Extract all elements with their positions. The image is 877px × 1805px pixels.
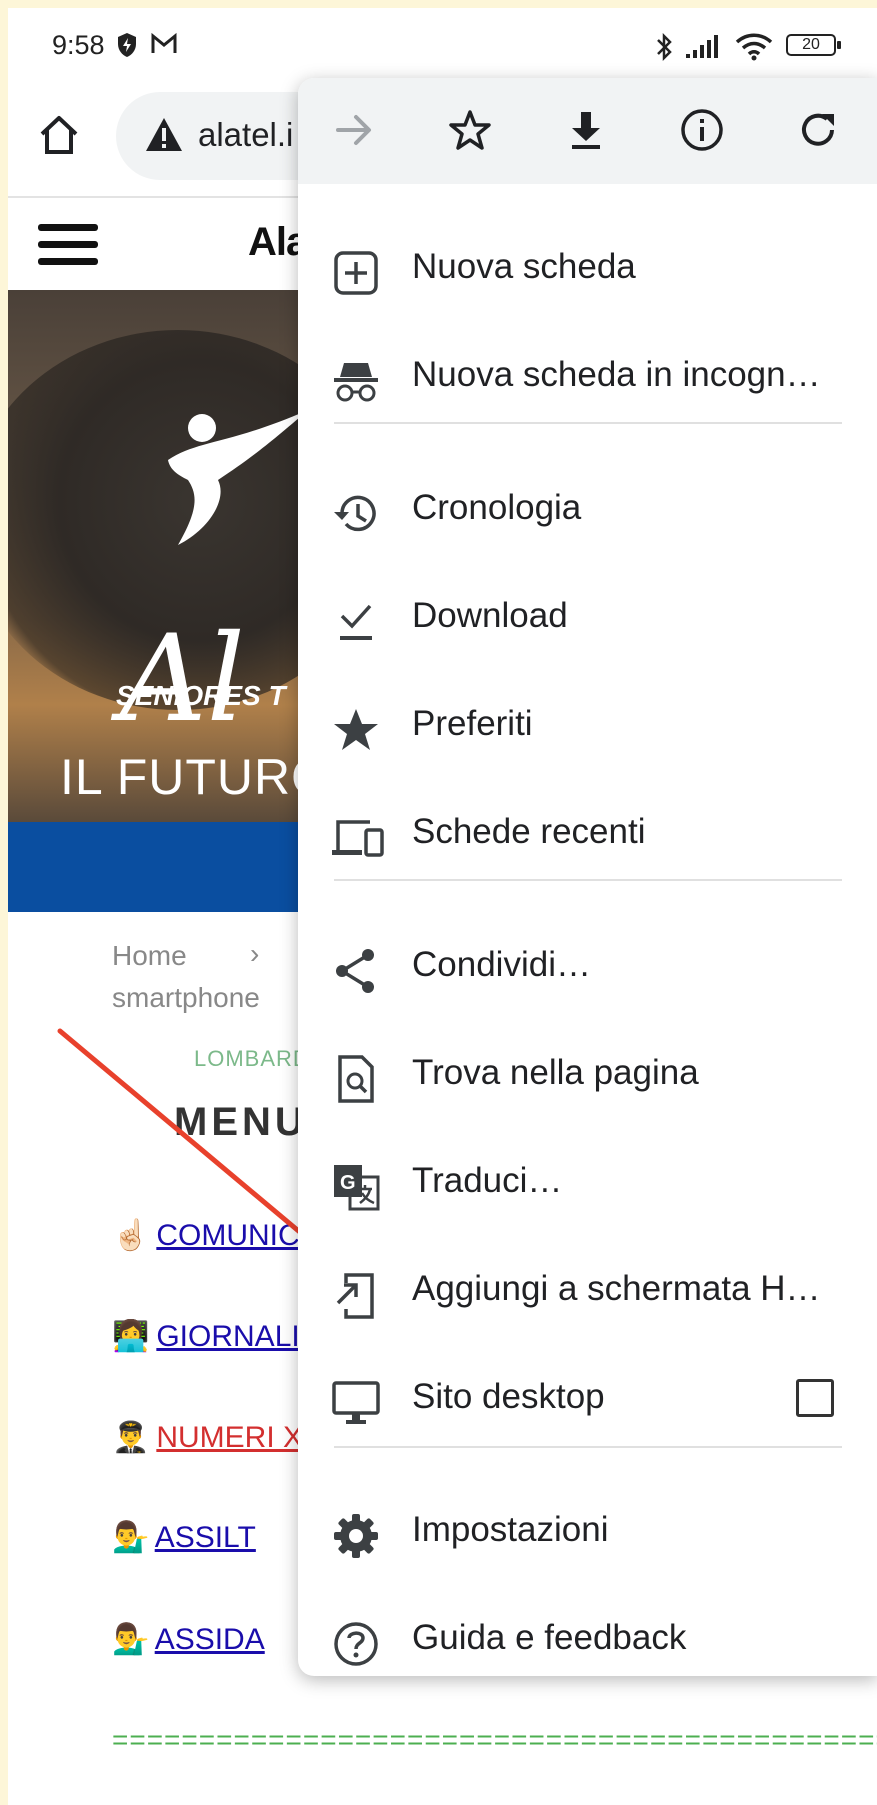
desktop-icon — [332, 1381, 380, 1424]
link-assida[interactable]: ASSIDA — [155, 1623, 265, 1656]
emoji-pointing-icon: ☝🏻 — [112, 1219, 150, 1252]
gear-icon — [334, 1514, 378, 1558]
list-item: 💁‍♂️ ASSIDA — [112, 1622, 265, 1657]
history-icon — [334, 495, 376, 532]
menu-item-label: Sito desktop — [412, 1377, 605, 1416]
download-icon[interactable] — [564, 108, 608, 152]
list-item: ☝🏻 COMUNIC — [112, 1218, 300, 1253]
devices-icon — [332, 820, 384, 857]
menu-item-settings[interactable]: Impostazioni — [298, 1478, 877, 1586]
link-numeri[interactable]: NUMERI X — [156, 1421, 303, 1454]
link-comunic[interactable]: COMUNIC — [156, 1219, 299, 1252]
menu-item-history[interactable]: Cronologia — [298, 456, 877, 564]
incognito-icon — [334, 363, 378, 402]
menu-item-new-tab[interactable]: Nuova scheda — [298, 215, 877, 323]
menu-item-label: Impostazioni — [412, 1510, 609, 1549]
menu-item-label: Aggiungi a schermata H… — [412, 1269, 821, 1308]
menu-item-label: Condividi… — [412, 945, 591, 984]
menu-item-label: Cronologia — [412, 488, 582, 527]
separator-line: ========================================… — [112, 1724, 877, 1755]
forward-arrow-icon[interactable] — [332, 108, 376, 152]
menu-item-label: Nuova scheda in incogn… — [412, 355, 821, 394]
link-giornali[interactable]: GIORNALI — [156, 1320, 299, 1353]
list-item: 👨‍✈️ NUMERI X — [112, 1420, 303, 1455]
menu-item-label: Trova nella pagina — [412, 1053, 699, 1092]
find-in-page-icon — [338, 1055, 374, 1103]
status-time: 9:58 — [52, 30, 105, 60]
menu-item-label: Traduci… — [412, 1161, 563, 1200]
menu-item-incognito[interactable]: Nuova scheda in incogn… — [298, 323, 877, 431]
emoji-person-tipping-icon: 💁‍♂️ — [112, 1623, 150, 1656]
status-bar: 9:58 20 — [8, 8, 877, 83]
home-icon[interactable] — [36, 112, 82, 158]
overflow-menu: Nuova scheda Nuova scheda in incogn… Cro… — [298, 78, 877, 1676]
menu-item-label: Schede recenti — [412, 812, 646, 851]
wifi-icon — [735, 33, 773, 61]
menu-divider — [334, 879, 842, 881]
menu-divider — [334, 1446, 842, 1448]
list-item: 💁‍♂️ ASSILT — [112, 1520, 256, 1555]
logo-figure-icon — [168, 410, 308, 545]
menu-item-desktop-site[interactable]: Sito desktop — [298, 1345, 877, 1453]
emoji-technologist-icon: 👩‍💻 — [112, 1320, 150, 1353]
bluetooth-icon — [657, 32, 672, 62]
hero-tagline: SENIORES T — [116, 680, 286, 711]
hero-headline: IL FUTURO — [60, 749, 332, 805]
link-assilt[interactable]: ASSILT — [155, 1521, 256, 1554]
plus-box-icon — [334, 251, 378, 295]
menu-item-translate[interactable]: G Traduci… — [298, 1129, 877, 1237]
battery-indicator: 20 — [786, 34, 841, 56]
menu-item-recent-tabs[interactable]: Schede recenti — [298, 780, 877, 888]
url-text: alatel.i — [198, 116, 294, 153]
menu-item-add-to-home[interactable]: Aggiungi a schermata H… — [298, 1237, 877, 1345]
breadcrumb-home[interactable]: Home — [112, 940, 187, 972]
menu-item-help[interactable]: Guida e feedback — [298, 1586, 877, 1676]
menu-item-find-in-page[interactable]: Trova nella pagina — [298, 1021, 877, 1129]
gmail-icon — [151, 32, 177, 53]
menu-item-label: Guida e feedback — [412, 1618, 687, 1657]
menu-item-bookmarks[interactable]: Preferiti — [298, 672, 877, 780]
list-item: 👩‍💻 GIORNALI — [112, 1319, 300, 1354]
menu-item-share[interactable]: Condividi… — [298, 913, 877, 1021]
emoji-person-tipping-icon: 💁‍♂️ — [112, 1521, 150, 1554]
signal-icon — [686, 35, 718, 58]
hamburger-menu-icon[interactable] — [36, 220, 100, 270]
share-icon — [336, 949, 374, 993]
info-icon[interactable] — [680, 108, 724, 152]
breadcrumb-current: smartphone — [112, 982, 260, 1013]
translate-icon: G — [334, 1165, 380, 1211]
star-outline-icon[interactable] — [448, 108, 492, 152]
svg-text:G: G — [340, 1172, 356, 1194]
phone-screen: 9:58 20 alatel.i Ala Al SENIORES T IL FU… — [8, 8, 877, 1805]
menu-action-row — [298, 78, 877, 184]
add-to-home-icon — [336, 1273, 374, 1319]
help-icon — [334, 1622, 378, 1666]
menu-divider — [334, 422, 842, 424]
menu-item-label: Nuova scheda — [412, 247, 636, 286]
menu-item-label: Preferiti — [412, 704, 533, 743]
refresh-icon[interactable] — [796, 108, 840, 152]
download-check-icon — [340, 604, 372, 640]
star-filled-icon — [334, 709, 378, 750]
warning-icon — [146, 118, 182, 151]
page-menu-title: MENU — [174, 1100, 308, 1144]
shield-bolt-icon — [118, 33, 136, 57]
breadcrumb-separator: › — [250, 938, 260, 969]
menu-item-label: Download — [412, 596, 568, 635]
desktop-site-checkbox[interactable] — [796, 1379, 834, 1417]
menu-item-download[interactable]: Download — [298, 564, 877, 672]
emoji-pilot-icon: 👨‍✈️ — [112, 1421, 150, 1454]
region-label: LOMBARD — [194, 1046, 310, 1071]
